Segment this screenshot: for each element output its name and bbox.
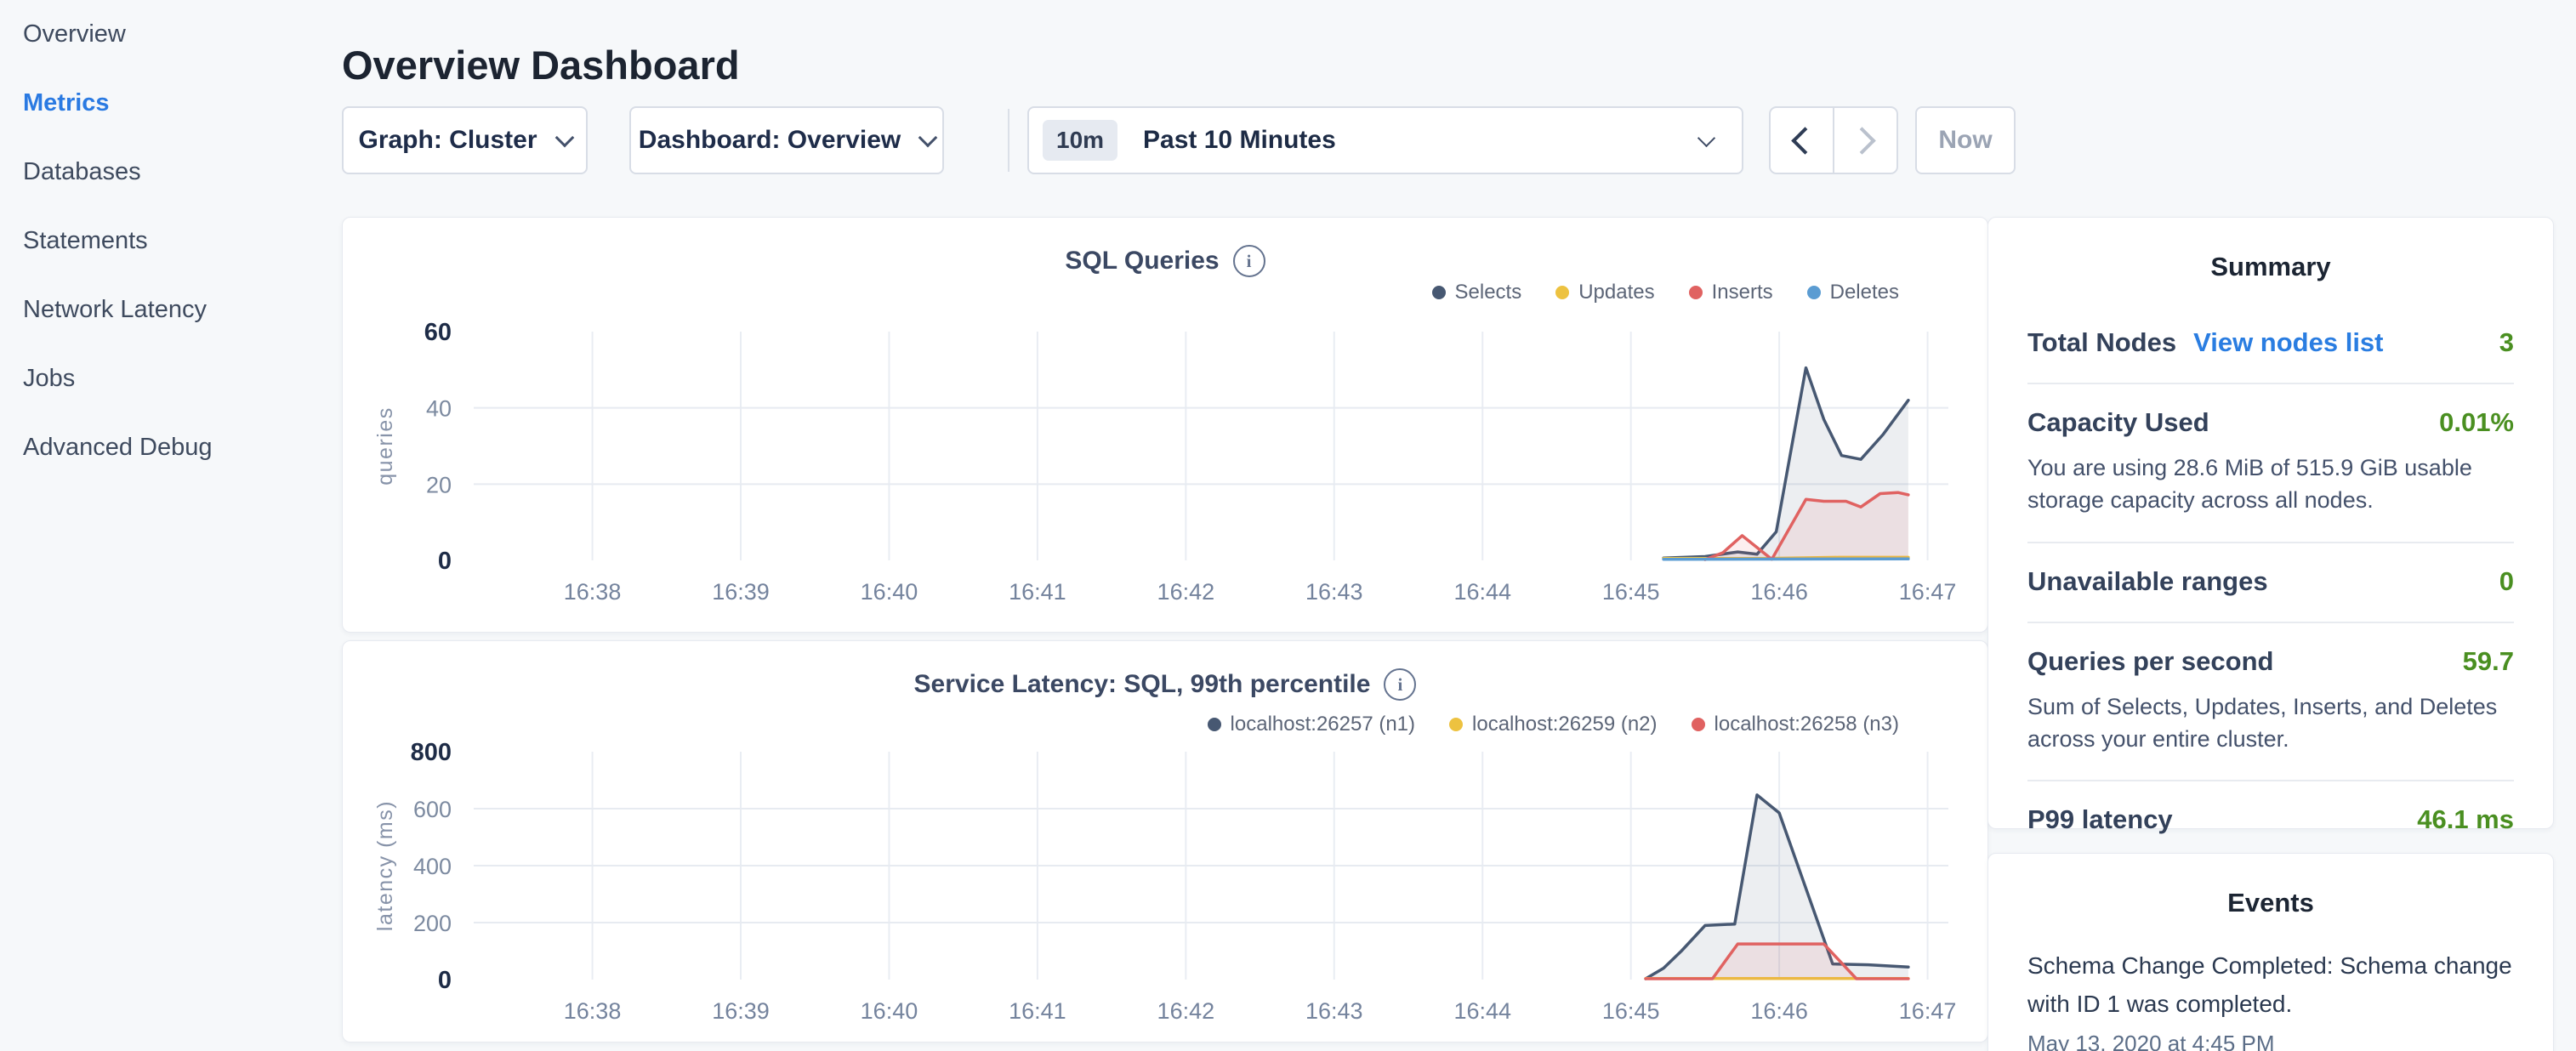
svg-text:queries: queries [373, 406, 397, 486]
svg-text:400: 400 [413, 854, 452, 879]
chevron-left-icon [1791, 127, 1819, 155]
time-nav-buttons [1769, 106, 1898, 174]
svg-text:40: 40 [426, 396, 452, 422]
summary-row-total-nodes: Total Nodes View nodes list 3 [2027, 304, 2514, 384]
svg-text:0: 0 [438, 967, 452, 994]
svg-text:16:46: 16:46 [1750, 998, 1808, 1024]
graph-dropdown-label: Graph: Cluster [358, 126, 537, 155]
svg-text:16:40: 16:40 [861, 579, 918, 605]
sidebar-item-metrics[interactable]: Metrics [0, 69, 342, 138]
chevron-down-icon [918, 128, 938, 148]
svg-text:600: 600 [413, 797, 452, 822]
svg-text:16:41: 16:41 [1009, 998, 1066, 1024]
svg-text:16:40: 16:40 [861, 998, 918, 1024]
svg-text:800: 800 [411, 739, 452, 766]
sidebar-item-jobs[interactable]: Jobs [0, 344, 342, 413]
svg-text:latency (ms): latency (ms) [373, 800, 397, 931]
queries-per-second-description: Sum of Selects, Updates, Inserts, and De… [2027, 690, 2514, 756]
sidebar-item-overview[interactable]: Overview [0, 0, 342, 69]
sidebar-item-network-latency[interactable]: Network Latency [0, 276, 342, 344]
capacity-used-description: You are using 28.6 MiB of 515.9 GiB usab… [2027, 452, 2514, 517]
graph-dropdown[interactable]: Graph: Cluster [342, 106, 588, 174]
svg-text:16:47: 16:47 [1899, 579, 1957, 605]
svg-text:200: 200 [413, 911, 452, 936]
page-title: Overview Dashboard [342, 42, 740, 88]
chevron-down-icon [554, 128, 574, 148]
summary-row-queries-per-second: Queries per second 59.7 Sum of Selects, … [2027, 623, 2514, 782]
svg-text:16:38: 16:38 [564, 998, 622, 1024]
svg-text:16:44: 16:44 [1453, 579, 1511, 605]
sidebar: Overview Metrics Databases Statements Ne… [0, 0, 342, 1051]
svg-text:16:43: 16:43 [1305, 579, 1363, 605]
time-range-label: Past 10 Minutes [1143, 126, 1336, 155]
chevron-down-icon [1697, 128, 1715, 146]
next-time-button[interactable] [1834, 108, 1896, 173]
dashboard-dropdown-label: Dashboard: Overview [639, 126, 901, 155]
time-range-dropdown[interactable]: 10m Past 10 Minutes [1027, 106, 1743, 174]
svg-text:16:42: 16:42 [1157, 579, 1215, 605]
controls-divider [1008, 109, 1009, 172]
time-range-badge: 10m [1043, 120, 1117, 161]
chevron-right-icon [1848, 127, 1876, 155]
now-button[interactable]: Now [1915, 106, 2016, 174]
sidebar-item-statements[interactable]: Statements [0, 207, 342, 276]
events-title: Events [1988, 888, 2553, 918]
sql-queries-chart-card: SQL Queries i Selects Updates Inserts De… [342, 217, 1988, 633]
svg-text:16:46: 16:46 [1750, 579, 1808, 605]
overview-dashboard-page: Overview Metrics Databases Statements Ne… [0, 0, 2576, 1051]
svg-text:16:47: 16:47 [1899, 998, 1957, 1024]
sidebar-item-databases[interactable]: Databases [0, 138, 342, 207]
svg-text:16:39: 16:39 [712, 998, 770, 1024]
total-nodes-value: 3 [2499, 327, 2514, 358]
capacity-used-value: 0.01% [2439, 407, 2514, 438]
now-button-label: Now [1938, 126, 1992, 155]
svg-text:16:43: 16:43 [1305, 998, 1363, 1024]
svg-text:16:39: 16:39 [712, 579, 770, 605]
svg-text:16:42: 16:42 [1157, 998, 1215, 1024]
svg-text:0: 0 [438, 548, 452, 575]
view-nodes-list-link[interactable]: View nodes list [2193, 327, 2383, 358]
summary-row-unavailable-ranges: Unavailable ranges 0 [2027, 543, 2514, 623]
svg-text:16:45: 16:45 [1602, 579, 1660, 605]
queries-per-second-value: 59.7 [2463, 646, 2514, 677]
summary-row-capacity-used: Capacity Used 0.01% You are using 28.6 M… [2027, 384, 2514, 543]
svg-text:16:41: 16:41 [1009, 579, 1066, 605]
service-latency-chart-card: Service Latency: SQL, 99th percentile i … [342, 640, 1988, 1042]
svg-text:16:44: 16:44 [1453, 998, 1511, 1024]
sql-queries-plot[interactable]: 16:38 16:39 16:40 16:41 16:42 16:43 16:44 16:45… [343, 218, 1989, 633]
summary-row-p99-latency: P99 latency 46.1 ms [2027, 781, 2514, 860]
p99-latency-value: 46.1 ms [2417, 804, 2514, 835]
svg-text:16:45: 16:45 [1602, 998, 1660, 1024]
summary-panel: Summary Total Nodes View nodes list 3 Ca… [1987, 217, 2554, 829]
svg-text:20: 20 [426, 472, 452, 497]
event-message: Schema Change Completed: Schema change w… [2027, 947, 2514, 1024]
service-latency-plot[interactable]: 16:38 16:39 16:40 16:41 16:42 16:43 16:44 16:45… [343, 641, 1989, 1043]
event-timestamp: May 13, 2020 at 4:45 PM [2027, 1031, 2514, 1051]
event-item[interactable]: Schema Change Completed: Schema change w… [2027, 947, 2514, 1051]
unavailable-ranges-value: 0 [2499, 566, 2514, 597]
summary-title: Summary [1988, 252, 2553, 282]
dashboard-dropdown[interactable]: Dashboard: Overview [629, 106, 944, 174]
sidebar-item-advanced-debug[interactable]: Advanced Debug [0, 413, 342, 482]
prev-time-button[interactable] [1771, 108, 1834, 173]
svg-text:16:38: 16:38 [564, 579, 622, 605]
events-panel: Events Schema Change Completed: Schema c… [1987, 853, 2554, 1051]
svg-text:60: 60 [424, 319, 452, 346]
